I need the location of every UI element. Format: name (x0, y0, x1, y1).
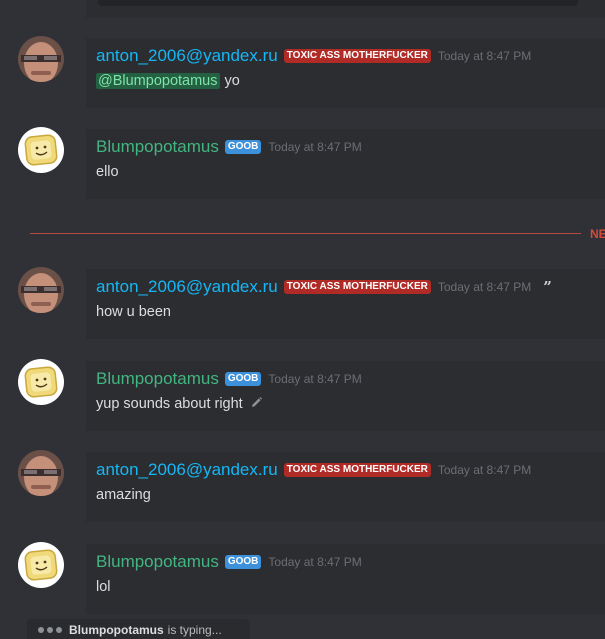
message-text: ello (96, 164, 119, 180)
avatar[interactable] (18, 542, 64, 588)
face-photo-avatar-icon (18, 267, 64, 313)
avatar[interactable] (18, 127, 64, 173)
message-content: lol (96, 577, 111, 597)
quote-icon[interactable]: ” (543, 280, 552, 295)
toast-avatar-icon (18, 359, 64, 405)
avatar[interactable] (18, 359, 64, 405)
message-header: anton_2006@yandex.ru TOXIC ASS MOTHERFUC… (96, 460, 531, 480)
toast-avatar-icon (18, 542, 64, 588)
message-text: yup sounds about right (96, 396, 243, 412)
new-messages-divider (30, 233, 581, 234)
toast-avatar-icon (18, 127, 64, 173)
timestamp: Today at 8:47 PM (437, 463, 532, 477)
timestamp: Today at 8:47 PM (268, 555, 362, 569)
message-text: yo (224, 73, 240, 89)
message-content: how u been (96, 302, 171, 322)
avatar[interactable] (18, 267, 64, 313)
message-text: how u been (96, 304, 171, 320)
typing-dot-icon (38, 627, 44, 633)
typing-dot-icon (47, 627, 53, 633)
chat-message: anton_2006@yandex.ru TOXIC ASS MOTHERFUC… (0, 36, 605, 110)
message-header: Blumpopotamus GOOB Today at 8:47 PM (96, 137, 362, 157)
face-photo-avatar-icon (18, 450, 64, 496)
previous-message-fragment (86, 0, 605, 18)
avatar[interactable] (18, 450, 64, 496)
message-header: Blumpopotamus GOOB Today at 8:47 PM (96, 552, 362, 572)
avatar[interactable] (18, 36, 64, 82)
chat-message: Blumpopotamus GOOB Today at 8:47 PM yup … (0, 359, 605, 433)
username[interactable]: Blumpopotamus (96, 137, 219, 157)
new-messages-label: NE (590, 227, 605, 241)
message-content: ello (96, 162, 119, 182)
role-tag: GOOB (224, 555, 262, 569)
message-text: lol (96, 579, 111, 595)
username[interactable]: anton_2006@yandex.ru (96, 46, 278, 66)
role-tag: TOXIC ASS MOTHERFUCKER (283, 463, 431, 477)
chat-message: Blumpopotamus GOOB Today at 8:47 PM ello (0, 127, 605, 201)
role-tag: GOOB (224, 372, 262, 386)
timestamp: Today at 8:47 PM (437, 280, 532, 294)
previous-embed-fragment (98, 0, 578, 6)
role-tag: GOOB (224, 140, 262, 154)
username[interactable]: anton_2006@yandex.ru (96, 277, 278, 297)
chat-message: anton_2006@yandex.ru TOXIC ASS MOTHERFUC… (0, 450, 605, 524)
chat-message: anton_2006@yandex.ru TOXIC ASS MOTHERFUC… (0, 267, 605, 341)
face-photo-avatar-icon (18, 36, 64, 82)
typing-dot-icon (56, 627, 62, 633)
username[interactable]: Blumpopotamus (96, 369, 219, 389)
message-header: anton_2006@yandex.ru TOXIC ASS MOTHERFUC… (96, 277, 552, 297)
chat-message: Blumpopotamus GOOB Today at 8:47 PM lol (0, 542, 605, 616)
username[interactable]: anton_2006@yandex.ru (96, 460, 278, 480)
message-header: Blumpopotamus GOOB Today at 8:47 PM (96, 369, 362, 389)
username[interactable]: Blumpopotamus (96, 552, 219, 572)
message-content: @Blumpopotamus yo (96, 71, 240, 91)
message-content: yup sounds about right (96, 394, 263, 414)
message-content: amazing (96, 485, 151, 505)
timestamp: Today at 8:47 PM (268, 372, 362, 386)
user-mention[interactable]: @Blumpopotamus (96, 73, 220, 89)
role-tag: TOXIC ASS MOTHERFUCKER (283, 280, 431, 294)
pencil-icon[interactable] (250, 396, 263, 413)
timestamp: Today at 8:47 PM (268, 140, 362, 154)
timestamp: Today at 8:47 PM (437, 49, 532, 63)
message-header: anton_2006@yandex.ru TOXIC ASS MOTHERFUC… (96, 46, 531, 66)
role-tag: TOXIC ASS MOTHERFUCKER (283, 49, 431, 63)
message-text: amazing (96, 487, 151, 503)
